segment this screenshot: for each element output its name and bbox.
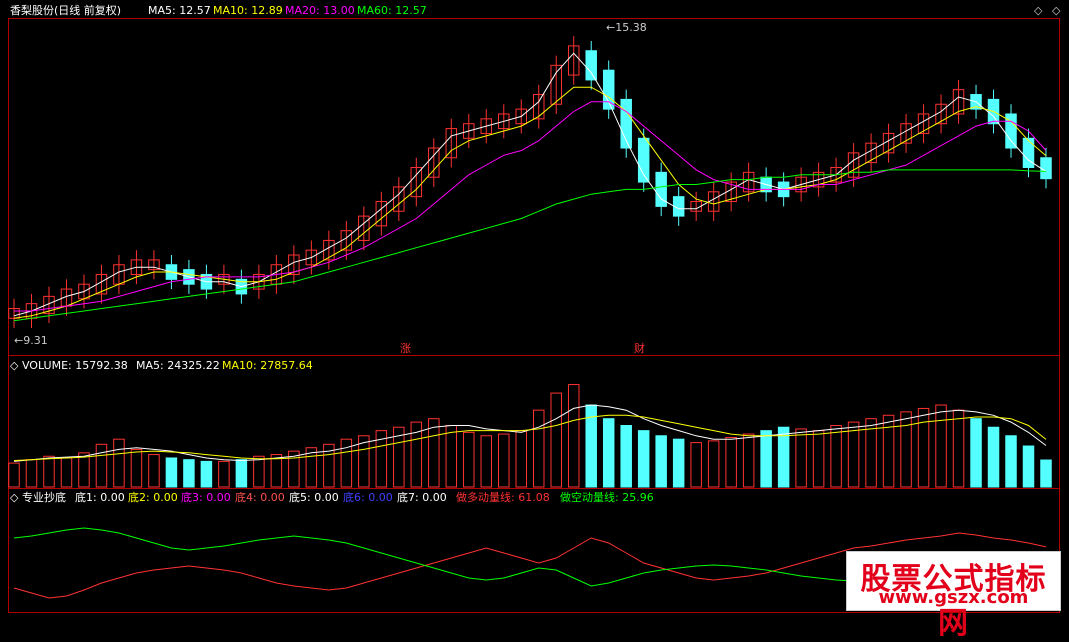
volume-bar [637,430,650,488]
volume-bar [987,426,1000,488]
ma60-readout: MA60: 12.57 [357,4,427,17]
volume-bar [620,425,632,488]
main-panel-frame [8,18,1060,356]
volume-bar [445,425,458,488]
volume-bar [760,430,772,488]
volume-bar [1022,445,1035,488]
volume-bar [8,462,20,488]
volume-bar [183,459,195,488]
volume-bar [690,442,702,488]
volume-bar [795,428,807,488]
volume-bar [952,409,965,488]
volume-ma5-readout: MA5: 24325.22 [136,359,220,372]
volume-bar [463,431,475,488]
volume-readout: ◇ VOLUME: 15792.38 [10,359,128,372]
volume-bar [253,455,265,488]
low-price-label: ←9.31 [14,334,48,347]
volume-bar [900,411,912,488]
candle-body [1040,157,1052,180]
volume-bar [672,438,685,488]
volume-bar [498,433,510,488]
bottom4-readout: 底4: 0.00 [235,490,285,504]
volume-ma10-readout: MA10: 27857.64 [222,359,313,372]
volume-bar [812,430,825,488]
volume-bar [725,436,737,488]
volume-ma-lines [13,404,1047,462]
stock-chart: 香梨股份(日线 前复权) MA5: 12.57 MA10: 12.89 MA20… [8,3,1061,613]
volume-bar [60,457,73,488]
volume-bar [707,440,720,488]
volume-bar [113,438,125,488]
bottom5-readout: 底5: 0.00 [289,490,339,504]
volume-bar [43,455,55,488]
watermark-url: www.gszx.com [878,587,1029,608]
volume-bar [882,414,895,488]
volume-bar [602,418,615,488]
volume-bar [235,459,248,488]
indicator-name: ◇ 专业抄底 [10,490,66,504]
candle-body [585,50,597,81]
volume-bar [567,384,580,488]
ma60-line [13,169,1047,322]
options-icon[interactable]: ◇ [1052,4,1061,17]
volume-bar [532,409,545,488]
bottom2-readout: 底2: 0.00 [128,490,178,504]
volume-bar [428,418,440,488]
volume-bar [25,459,38,488]
volume-bar [970,418,982,488]
volume-bar [1005,435,1017,488]
volume-bar [1040,459,1052,488]
volume-bar [830,425,842,488]
volume-bar [78,452,90,488]
ma20-readout: MA20: 13.00 [285,4,355,17]
watermark-logo: 股票公式指标网 www.gszx.com [846,551,1061,641]
ma5-readout: MA5: 12.57 [148,4,211,17]
zhang-marker[interactable]: 涨 [400,342,411,355]
high-price-label: ←15.38 [606,21,647,34]
bottom7-readout: 底7: 0.00 [397,490,447,504]
bottom3-readout: 底3: 0.00 [181,490,231,504]
volume-bar [917,407,930,488]
volume-bar [130,448,143,488]
volume-bar [270,454,283,488]
cai-marker[interactable]: 财 [634,341,645,355]
volume-bar [148,454,160,488]
volume-bar [200,460,213,488]
long-momentum-readout: 做多动量线: 61.08 [456,490,550,504]
ma10-readout: MA10: 12.89 [213,4,283,17]
volume-bar [655,435,667,488]
bottom1-readout: 底1: 0.00 [75,490,125,504]
ma10-line [13,86,1047,319]
volume-bar [742,433,755,488]
volume-bar [95,443,108,488]
short-momentum-readout: 做空动量线: 25.96 [560,490,654,504]
diamond-icon[interactable]: ◇ [1034,4,1043,17]
volume-bar [165,457,178,488]
volume-bar [410,421,423,488]
volume-bar [550,392,562,488]
chart-title: 香梨股份(日线 前复权) [10,3,121,17]
moving-average-lines [13,52,1047,322]
volume-ma5-line [13,404,1047,462]
volume-bar [515,430,528,488]
bottom6-readout: 底6: 0.00 [343,490,393,504]
volume-bar [847,421,860,488]
volume-bar [480,435,493,488]
candles [8,36,1052,328]
volume-bars [8,384,1052,488]
volume-bar [935,404,947,488]
volume-bar [218,460,230,488]
